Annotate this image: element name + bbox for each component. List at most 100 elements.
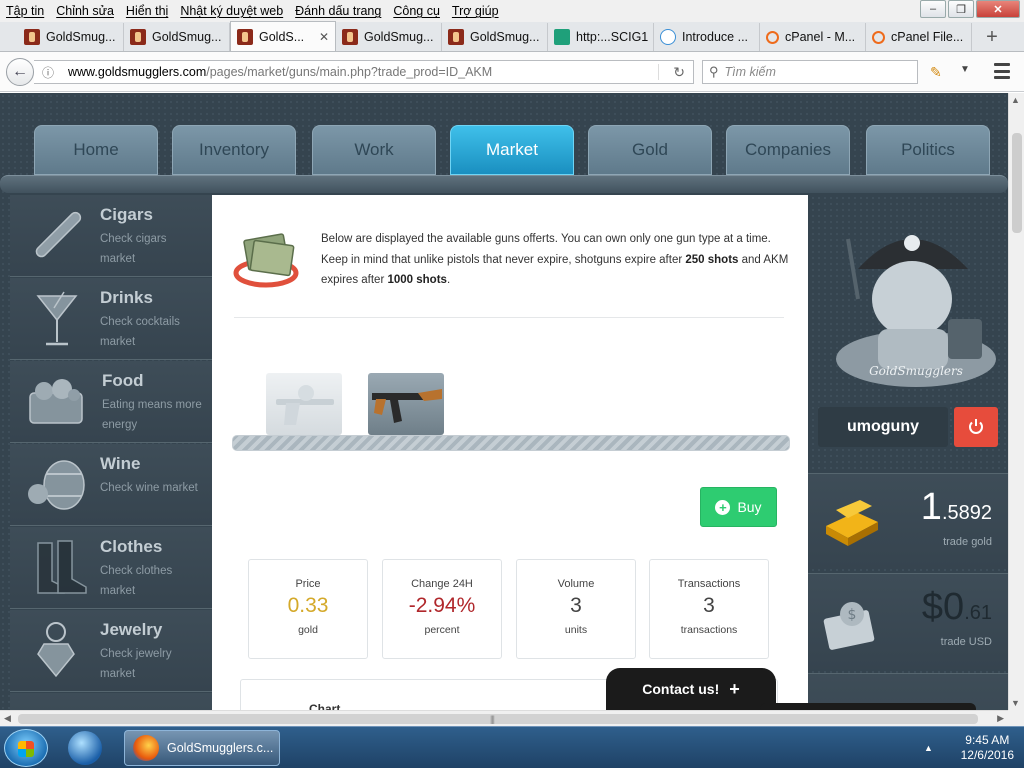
menu-file[interactable]: Tập tin (0, 4, 50, 18)
menu-tools[interactable]: Công cụ (387, 4, 446, 18)
browser-tab[interactable]: GoldSmug... (336, 23, 442, 51)
menu-history[interactable]: Nhật ký duyệt web (174, 4, 289, 18)
sidebar-item-drinks[interactable]: Drinks Check cocktails market (10, 278, 212, 360)
hamburger-menu-icon[interactable] (994, 63, 1010, 79)
guns-intro: Below are displayed the available guns o… (321, 229, 791, 291)
stat-unit: gold (298, 624, 318, 636)
close-tab-icon[interactable]: ✕ (319, 30, 329, 44)
browser-tab[interactable]: cPanel File... (866, 23, 972, 51)
stat-change-24h: Change 24H -2.94% percent (382, 559, 502, 659)
usd-dec: .61 (964, 602, 992, 624)
gun-option-shotgun[interactable] (266, 373, 342, 435)
username-badge[interactable]: umoguny (818, 407, 948, 447)
scroll-thumb[interactable] (1012, 133, 1022, 233)
browser-tab[interactable]: http:...SCIG1 (548, 23, 654, 51)
stat-transactions: Transactions 3 transactions (649, 559, 769, 659)
taskbar-firefox-window[interactable]: GoldSmugglers.c... (124, 730, 280, 766)
sidebar-item-clothes[interactable]: Clothes Check clothes market (10, 527, 212, 609)
browser-tab[interactable]: GoldSmug... (442, 23, 548, 51)
maximize-button[interactable]: ❐ (948, 0, 974, 18)
stat-unit: units (564, 624, 588, 636)
nav-home[interactable]: Home (34, 125, 158, 175)
stat-volume: Volume 3 units (516, 559, 636, 659)
sidebar-item-jewelry[interactable]: Jewelry Check jewelry market (10, 610, 212, 692)
tab-label: cPanel - M... (785, 30, 856, 44)
stat-label: Transactions (677, 578, 741, 590)
stat-label: Volume (557, 578, 595, 590)
scroll-left-icon[interactable]: ◀ (4, 713, 11, 724)
menu-help[interactable]: Trợ giúp (446, 4, 505, 18)
search-input[interactable]: ⚲ Tìm kiếm (702, 60, 918, 84)
reload-icon[interactable]: ↻ (673, 64, 685, 81)
scroll-up-icon[interactable]: ▲ (1011, 95, 1020, 105)
balance-usd: $ $0.61 trade USD (808, 573, 1008, 669)
system-clock[interactable]: 9:45 AM 12/6/2016 (961, 733, 1014, 763)
tab-label: cPanel File... (891, 30, 964, 44)
contact-us-button[interactable]: Contact us! + (606, 668, 776, 710)
browser-tab-active[interactable]: GoldS... ✕ (230, 21, 336, 51)
gold-dec: .5892 (941, 502, 992, 524)
logout-button[interactable] (954, 407, 998, 447)
nav-inventory[interactable]: Inventory (172, 125, 296, 175)
usd-int: $0 (921, 586, 965, 628)
vertical-scrollbar[interactable]: ▲ ▼ (1008, 93, 1024, 710)
nav-gold[interactable]: Gold (588, 125, 712, 175)
chevron-down-icon[interactable]: ▼ (960, 64, 970, 75)
stat-unit: transactions (680, 624, 738, 636)
start-button[interactable] (4, 729, 48, 767)
tray-expand-icon[interactable]: ▲ (924, 743, 933, 753)
nav-politics[interactable]: Politics (866, 125, 990, 175)
page-viewport: Home Inventory Work Market Gold Companie… (0, 93, 1008, 710)
scroll-right-icon[interactable]: ▶ (997, 713, 1004, 724)
main-navigation: Home Inventory Work Market Gold Companie… (0, 123, 1008, 183)
buy-button[interactable]: + Buy (700, 487, 777, 527)
search-icon: ⚲ (709, 64, 719, 79)
menu-edit[interactable]: Chỉnh sửa (50, 4, 120, 18)
gold-caption: trade gold (943, 536, 992, 548)
close-window-button[interactable]: ✕ (976, 0, 1020, 18)
browser-tab[interactable]: GoldSmug... (124, 23, 230, 51)
nav-market[interactable]: Market (450, 125, 574, 175)
browser-globe-icon[interactable] (68, 731, 102, 765)
tab-label: Introduce ... (682, 30, 749, 44)
cpanel-icon (872, 30, 885, 44)
goldsmugglers-icon (130, 29, 146, 45)
pirate-avatar[interactable]: GoldSmugglers (818, 199, 1004, 395)
stat-unit: percent (424, 624, 460, 636)
url-bar[interactable]: ⓘ www.goldsmugglers.com/pages/market/gun… (34, 60, 694, 84)
gun-option-akm[interactable] (368, 373, 444, 435)
nav-work[interactable]: Work (312, 125, 436, 175)
market-sidebar: Cigars Check cigars market Drinks Check … (10, 195, 212, 710)
pencil-icon[interactable]: ✎ (930, 64, 942, 81)
scroll-thumb[interactable] (18, 714, 978, 724)
menu-view[interactable]: Hiển thị (120, 4, 174, 18)
chart-title: Chart (309, 702, 341, 710)
nav-rail (0, 175, 1008, 193)
horizontal-scrollbar[interactable]: ◀ ||| ▶ (0, 710, 1008, 726)
sidebar-item-food[interactable]: Food Eating means more energy (10, 361, 212, 443)
new-tab-button[interactable]: + (978, 23, 1006, 51)
sidebar-item-title: Jewelry (100, 620, 163, 639)
site-info-icon[interactable]: ⓘ (38, 64, 58, 81)
window-controls: – ❐ ✕ (920, 0, 1020, 18)
scroll-down-icon[interactable]: ▼ (1011, 698, 1020, 708)
url-path: /pages/market/guns/main.php?trade_prod=I… (206, 65, 493, 79)
scroll-corner (1008, 710, 1024, 726)
back-button[interactable]: ← (6, 58, 34, 86)
divider (234, 317, 784, 318)
nav-companies[interactable]: Companies (726, 125, 850, 175)
stat-value: -2.94% (408, 594, 476, 617)
tab-label: GoldSmug... (46, 30, 116, 44)
browser-tab[interactable]: GoldSmug... (18, 23, 124, 51)
menu-bookmarks[interactable]: Đánh dấu trang (289, 4, 387, 18)
taskbar-app-label: GoldSmugglers.c... (167, 741, 274, 755)
browser-tab[interactable]: Introduce ... (654, 23, 760, 51)
browser-tab[interactable]: cPanel - M... (760, 23, 866, 51)
sidebar-item-cigars[interactable]: Cigars Check cigars market (10, 195, 212, 277)
goldsmugglers-icon (448, 29, 464, 45)
usd-balance: $0.61 (922, 586, 992, 629)
minimize-button[interactable]: – (920, 0, 946, 18)
search-placeholder: Tìm kiếm (724, 65, 776, 79)
sidebar-item-next[interactable] (10, 693, 212, 710)
sidebar-item-wine[interactable]: Wine Check wine market (10, 444, 212, 526)
